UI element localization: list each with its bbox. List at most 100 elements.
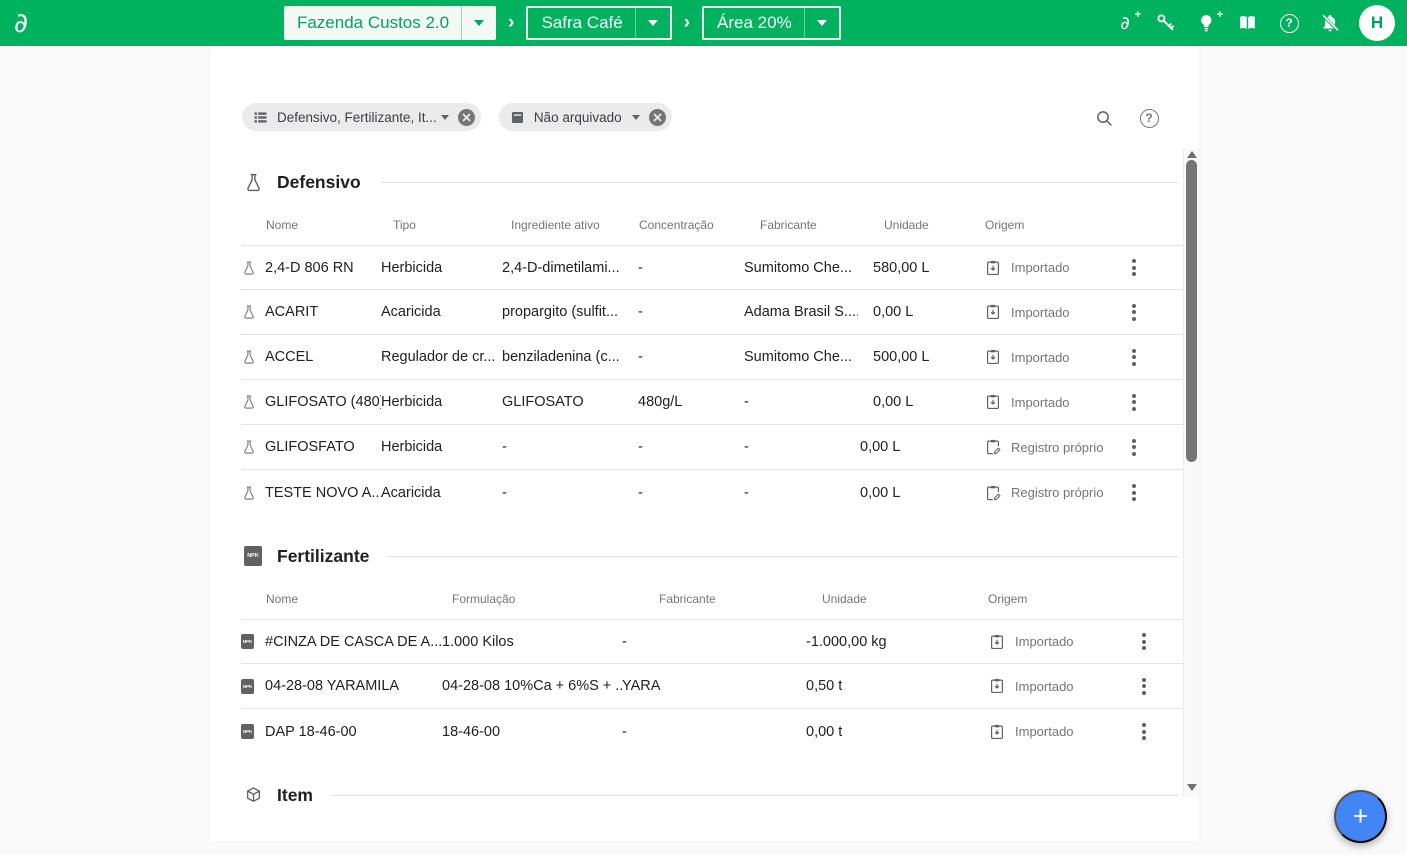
archive-filter-chip[interactable]: Não arquivado [499, 103, 672, 131]
manufacturer: - [744, 439, 858, 455]
concentration: - [638, 260, 744, 276]
unit-stock: 0,00 L [858, 394, 984, 410]
breadcrumb-area-select[interactable]: Área 20% [702, 6, 841, 40]
column-origem: Origem [984, 218, 1114, 232]
add-farm-icon[interactable]: ∂+ [1113, 11, 1137, 35]
row-menu-button[interactable] [1114, 290, 1154, 334]
manufacturer: Adama Brasil S.... [744, 304, 858, 320]
product-type: Herbicida [381, 394, 502, 410]
import-icon [984, 303, 1002, 321]
concentration: - [638, 485, 744, 501]
archive-filter-value: Não arquivado [534, 110, 622, 125]
row-menu-button[interactable] [1114, 470, 1154, 515]
product-name: ACCEL [265, 349, 381, 365]
chevron-down-icon [441, 115, 449, 120]
row-menu-button[interactable] [1114, 425, 1154, 469]
key-icon[interactable] [1154, 11, 1178, 35]
manufacturer: - [744, 485, 858, 501]
origin-cell: Importado [979, 677, 1124, 695]
scroll-down-arrow[interactable] [1187, 784, 1197, 791]
table-row[interactable]: 2,4-D 806 RN Herbicida 2,4-D-dimetilami.… [241, 245, 1183, 290]
defensivo-table-header: Nome Tipo Ingrediente ativo Concentração… [241, 196, 1183, 245]
product-name: GLIFOSFATO [265, 439, 381, 455]
table-row[interactable]: ACARIT Acaricida propargito (sulfit... -… [241, 290, 1183, 335]
row-menu-button[interactable] [1114, 246, 1154, 289]
table-row[interactable]: GLIFOSFATO Herbicida - - - 0,00 L Regist… [241, 425, 1183, 470]
table-row[interactable]: NPK 04-28-08 YARAMILA 04-28-08 10%Ca + 6… [241, 664, 1183, 709]
flask-icon [241, 304, 265, 320]
formulation: 1.000 Kilos [442, 634, 622, 650]
product-type: Acaricida [381, 485, 502, 501]
manufacturer: - [622, 634, 804, 650]
search-icon[interactable] [1092, 106, 1116, 130]
section-defensivo-header: Defensivo [241, 168, 1183, 196]
table-row[interactable]: TESTE NOVO A... Acaricida - - - 0,00 L R… [241, 470, 1183, 515]
area-name: Área 20% [704, 13, 792, 33]
help-icon[interactable]: ? [1277, 11, 1301, 35]
origin-cell: Importado [984, 259, 1114, 277]
breadcrumb: Fazenda Custos 2.0 › Safra Café › Área 2… [284, 6, 841, 40]
concentration: - [638, 439, 744, 455]
scrollbar-thumb[interactable] [1186, 160, 1197, 462]
column-fabricante: Fabricante [622, 592, 804, 606]
product-name: 04-28-08 YARAMILA [265, 678, 442, 694]
column-fabricante: Fabricante [744, 218, 858, 232]
table-row[interactable]: GLIFOSATO (480) Herbicida GLIFOSATO 480g… [241, 380, 1183, 425]
clear-archive-filter-button[interactable] [649, 109, 666, 126]
divider [804, 8, 805, 38]
add-product-button[interactable]: + [1334, 790, 1387, 843]
column-nome: Nome [265, 218, 381, 232]
import-icon [984, 259, 1002, 277]
row-menu-button[interactable] [1124, 620, 1164, 663]
breadcrumb-season-select[interactable]: Safra Café [526, 6, 671, 40]
row-menu-button[interactable] [1114, 380, 1154, 424]
section-item-header: Item [241, 781, 1183, 805]
notifications-off-icon[interactable] [1318, 11, 1342, 35]
product-name: TESTE NOVO A... [265, 485, 381, 501]
product-type: Herbicida [381, 260, 502, 276]
table-row[interactable]: NPK #CINZA DE CASCA DE A... 1.000 Kilos … [241, 619, 1183, 664]
divider [635, 8, 636, 38]
unit-stock: 0,00 L [858, 439, 984, 455]
lightbulb-icon[interactable]: + [1195, 11, 1219, 35]
fertilizer-bag-icon: NPK [241, 634, 265, 649]
filter-chips: Defensivo, Fertilizante, It... Não arqui… [242, 103, 672, 131]
unit-stock: 0,00 L [858, 485, 984, 501]
type-filter-chip[interactable]: Defensivo, Fertilizante, It... [242, 103, 481, 131]
manufacturer: - [622, 724, 804, 740]
fertilizer-bag-icon: NPK [241, 679, 265, 694]
active-ingredient: 2,4-D-dimetilami... [502, 260, 638, 276]
breadcrumb-farm-select[interactable]: Fazenda Custos 2.0 [284, 6, 496, 40]
list-icon [252, 109, 269, 126]
column-origem: Origem [979, 592, 1124, 606]
chevron-down-icon[interactable] [636, 20, 670, 26]
chevron-down-icon[interactable] [462, 20, 496, 26]
table-row[interactable]: ACCEL Regulador de cr... benziladenina (… [241, 335, 1183, 380]
clear-type-filter-button[interactable] [458, 109, 475, 126]
import-icon [988, 677, 1006, 695]
toolbar-actions: ? [1092, 103, 1161, 130]
book-icon[interactable] [1236, 11, 1260, 35]
row-menu-button[interactable] [1114, 335, 1154, 379]
chevron-down-icon[interactable] [805, 20, 839, 26]
product-list-scroll: Defensivo Nome Tipo Ingrediente ativo Co… [210, 148, 1183, 805]
column-ingrediente: Ingrediente ativo [502, 218, 638, 232]
divider [461, 6, 462, 40]
fertilizer-bag-icon: NPK [241, 546, 265, 566]
import-icon [984, 348, 1002, 366]
app-logo[interactable]: ∂ [14, 10, 28, 37]
flask-icon [241, 172, 265, 193]
unit-stock: 0,50 t [804, 678, 979, 694]
table-row[interactable]: NPK DAP 18-46-00 18-46-00 - 0,00 t Impor… [241, 709, 1183, 754]
scroll-up-arrow[interactable] [1187, 151, 1197, 158]
help-outline-icon[interactable]: ? [1137, 106, 1161, 130]
flask-icon [241, 394, 265, 410]
products-panel: Defensivo, Fertilizante, It... Não arqui… [210, 46, 1199, 841]
origin-cell: Importado [984, 393, 1114, 411]
row-menu-button[interactable] [1124, 709, 1164, 754]
row-menu-button[interactable] [1124, 664, 1164, 708]
avatar[interactable]: H [1359, 5, 1395, 41]
section-title: Defensivo [277, 172, 361, 193]
product-name: DAP 18-46-00 [265, 724, 442, 740]
vertical-scrollbar[interactable] [1183, 148, 1199, 797]
